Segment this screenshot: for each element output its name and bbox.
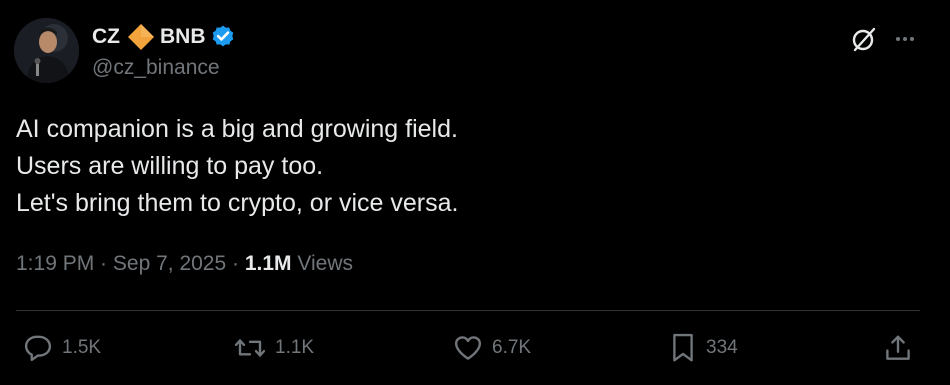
tweet-text-line: Users are willing to pay too.: [16, 152, 324, 180]
author-name-row[interactable]: CZ BNB: [92, 22, 236, 52]
grok-icon[interactable]: [849, 24, 879, 54]
reply-count: 1.5K: [62, 337, 102, 358]
views-count: 1.1M: [244, 252, 292, 275]
verified-badge-icon[interactable]: [210, 24, 236, 50]
meta-separator: ·: [94, 252, 113, 275]
reply-icon: [24, 335, 52, 362]
tweet-text-line: AI companion is a big and growing field.: [16, 115, 458, 143]
share-button[interactable]: [882, 333, 922, 363]
divider: [16, 310, 920, 311]
share-icon: [886, 335, 910, 360]
heart-icon: [454, 336, 482, 360]
avatar[interactable]: [14, 18, 79, 83]
author-name[interactable]: CZ: [92, 25, 120, 49]
retweet-button[interactable]: 1.1K: [233, 333, 314, 363]
meta-separator: ·: [226, 252, 245, 275]
more-options-icon[interactable]: [890, 24, 920, 54]
tweet-date[interactable]: Sep 7, 2025: [113, 252, 226, 275]
tweet-card: CZ BNB @cz_binance AI companion is a big…: [0, 0, 950, 385]
bookmark-count: 334: [706, 337, 738, 358]
author-handle[interactable]: @cz_binance: [92, 56, 236, 80]
tweet-time[interactable]: 1:19 PM: [16, 252, 94, 275]
views-label: Views: [297, 252, 353, 275]
bookmark-button[interactable]: 334: [668, 333, 738, 363]
bnb-diamond-icon: [126, 22, 156, 52]
reply-button[interactable]: 1.5K: [22, 333, 101, 363]
tweet-header: CZ BNB @cz_binance: [92, 22, 236, 80]
author-name-suffix[interactable]: BNB: [160, 25, 206, 49]
bookmark-icon: [673, 333, 693, 362]
like-button[interactable]: 6.7K: [452, 333, 531, 363]
retweet-icon: [234, 339, 266, 357]
retweet-count: 1.1K: [275, 337, 315, 358]
tweet-meta: 1:19 PM · Sep 7, 2025 · 1.1M Views: [16, 252, 353, 276]
tweet-text: AI companion is a big and growing field.…: [16, 111, 458, 222]
tweet-text-line: Let's bring them to crypto, or vice vers…: [16, 189, 459, 217]
like-count: 6.7K: [492, 337, 532, 358]
